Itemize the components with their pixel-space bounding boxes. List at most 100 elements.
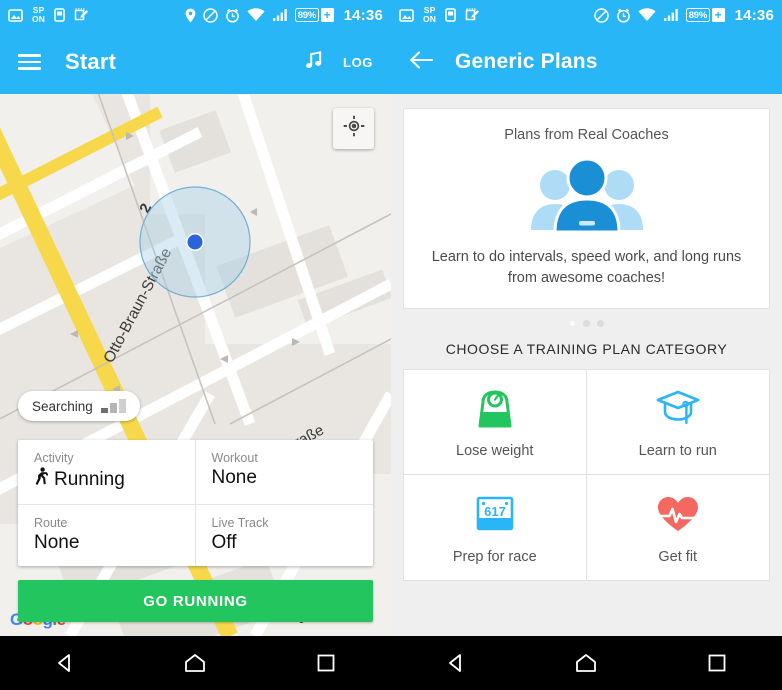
category-grid: Lose weight Learn to run 617 Prep for ra…: [403, 369, 770, 582]
battery-percent: 89%: [688, 9, 708, 21]
promo-card[interactable]: Plans from Real Coaches Learn to do inte…: [403, 108, 770, 310]
app-bar-actions: LOG: [303, 49, 373, 76]
note-edit-icon: [465, 8, 480, 22]
status-bar: SP ON 89% + 14:36: [0, 0, 391, 30]
carousel-dots[interactable]: [403, 309, 770, 337]
nav-back-icon[interactable]: [426, 643, 486, 683]
log-button[interactable]: LOG: [343, 55, 373, 70]
battery-charging-icon: +: [711, 8, 725, 22]
my-location-button[interactable]: [333, 108, 374, 149]
do-not-disturb-icon: [593, 7, 609, 23]
activity-summary-card: Activity Running Workout None Route None: [18, 440, 373, 566]
live-track-label: Live Track: [211, 516, 269, 530]
status-bar-right: SP ON 89% + 14:36: [391, 0, 782, 30]
route-label: Route: [34, 516, 68, 530]
music-note-icon[interactable]: [303, 49, 325, 76]
graduation-cap-icon: [655, 385, 701, 431]
category-label: Get fit: [658, 548, 698, 565]
status-bar-right-right-icons: 89% + 14:36: [593, 6, 774, 24]
device-icon: [445, 8, 456, 22]
left-app-bar: Start LOG: [0, 30, 391, 94]
wifi-icon: [247, 8, 265, 22]
image-icon: [399, 8, 414, 22]
alarm-icon: [225, 8, 240, 23]
workout-label: Workout: [211, 451, 258, 465]
race-bib-number: 617: [484, 504, 506, 519]
race-bib-icon: 617: [472, 491, 518, 537]
page-title: Generic Plans: [455, 50, 598, 73]
image-icon: [8, 8, 23, 22]
route-value: None: [34, 532, 80, 553]
heart-pulse-icon: [655, 491, 701, 537]
live-track-value: Off: [211, 532, 237, 553]
battery-body: 89%: [294, 8, 320, 22]
workout-value: None: [211, 467, 257, 488]
sp-on-indicator: SP ON: [32, 6, 45, 24]
alarm-icon: [616, 8, 631, 23]
activity-value-row: Running: [34, 467, 179, 492]
workout-cell[interactable]: Workout None: [195, 440, 373, 505]
right-android-nav-bar: [391, 636, 782, 690]
sp-on-indicator: SP ON: [423, 6, 436, 24]
route-cell[interactable]: Route None: [18, 505, 196, 566]
activity-value: Running: [54, 468, 125, 490]
status-bar-right-left-icons: SP ON: [399, 6, 480, 24]
carousel-dot-2[interactable]: [583, 320, 590, 328]
device-icon: [54, 8, 65, 22]
status-bar-right-icons: 89% + 14:36: [185, 7, 383, 24]
nav-home-icon[interactable]: [165, 643, 225, 683]
category-prep-for-race[interactable]: 617 Prep for race: [404, 475, 587, 581]
coaches-group-icon: [420, 153, 753, 235]
battery-charging-icon: +: [320, 8, 334, 22]
left-phone-screen: SP ON 89% + 14:36 Start LOG 2 Otto-Braun…: [0, 0, 391, 690]
nav-back-icon[interactable]: [35, 643, 95, 683]
location-pin-icon: [185, 8, 196, 23]
battery-percent: 89%: [297, 9, 317, 21]
start-controls-overlay: Activity Running Workout None Route None: [0, 440, 391, 636]
left-android-nav-bar: [0, 636, 391, 690]
promo-body: Learn to do intervals, speed work, and l…: [431, 249, 742, 286]
battery-body: 89%: [685, 8, 711, 22]
current-location-dot: [187, 234, 203, 250]
signal-icon: [272, 8, 288, 22]
battery-indicator: 89% +: [294, 8, 334, 22]
category-lose-weight[interactable]: Lose weight: [404, 370, 587, 476]
live-track-cell[interactable]: Live Track Off: [196, 505, 374, 566]
activity-label: Activity: [34, 451, 74, 465]
signal-bars-icon: [100, 399, 126, 413]
battery-indicator: 89% +: [685, 8, 725, 22]
go-running-button[interactable]: GO RUNNING: [18, 580, 373, 622]
signal-icon: [663, 8, 679, 22]
section-title: CHOOSE A TRAINING PLAN CATEGORY: [445, 341, 728, 358]
status-bar-clock: 14:36: [734, 6, 774, 24]
carousel-dot-3[interactable]: [597, 320, 604, 328]
nav-recents-icon[interactable]: [687, 643, 747, 683]
wifi-icon: [638, 8, 656, 22]
category-label: Lose weight: [456, 443, 534, 460]
map-view[interactable]: 2 Otto-Braun-Straße Mollstraße straße Se…: [0, 94, 391, 636]
category-label: Prep for race: [452, 548, 537, 565]
page-title: Start: [65, 49, 117, 74]
category-get-fit[interactable]: Get fit: [587, 475, 770, 580]
nav-recents-icon[interactable]: [296, 643, 356, 683]
gps-status-chip[interactable]: Searching: [18, 391, 140, 421]
promo-title: Plans from Real Coaches: [504, 127, 669, 143]
status-bar-clock: 14:36: [343, 6, 383, 24]
do-not-disturb-icon: [202, 7, 218, 23]
carousel-dot-1[interactable]: [569, 320, 576, 328]
category-learn-to-run[interactable]: Learn to run: [586, 370, 769, 476]
activity-cell[interactable]: Activity Running: [18, 440, 196, 505]
note-edit-icon: [74, 8, 89, 22]
right-phone-screen: SP ON 89% + 14:36 Generic Plans Plans fr…: [391, 0, 782, 690]
nav-home-icon[interactable]: [556, 643, 616, 683]
plans-content: Plans from Real Coaches Learn to do inte…: [391, 94, 782, 636]
weight-scale-icon: [476, 385, 514, 431]
hamburger-icon[interactable]: [18, 54, 41, 70]
back-arrow-icon[interactable]: [409, 50, 434, 75]
right-app-bar: Generic Plans: [391, 30, 782, 94]
category-label: Learn to run: [638, 443, 717, 460]
sp-line-2: ON: [423, 14, 437, 24]
sp-line-2: ON: [32, 14, 46, 24]
runner-icon: [34, 467, 49, 492]
gps-status-label: Searching: [32, 398, 93, 414]
